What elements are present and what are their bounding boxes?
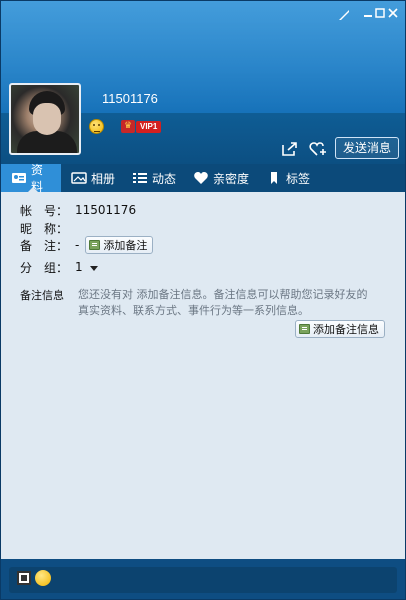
group-row: 分 组： 1 [20,259,99,275]
account-value: 11501176 [75,203,137,217]
profile-content: 帐 号： 11501176 昵 称： 备 注： - 添加备注 分 组： 1 备注… [1,192,405,559]
add-note-button[interactable]: 添加备注 [85,236,154,254]
note-label: 备 注： [20,238,69,253]
share-icon[interactable] [281,141,299,157]
bookmark-icon [266,171,282,185]
qq-status-icon[interactable] [35,570,51,586]
tab-album[interactable]: 相册 [61,164,122,192]
add-favorite-icon[interactable] [309,141,327,157]
bottom-toolbar [9,567,397,593]
skin-icon[interactable] [335,7,353,23]
remark-text: 您还没有对 添加备注信息。备注信息可以帮助您记录好友的真实资料、联系方式、事件行… [78,288,368,317]
profile-card-icon [11,171,27,185]
tab-tags[interactable]: 标签 [256,164,317,192]
note-value: - [75,238,80,252]
heart-icon [193,171,209,185]
avatar[interactable] [9,83,81,155]
feed-icon [132,171,148,185]
group-label: 分 组： [20,260,69,275]
tab-feed-label: 动态 [152,171,177,186]
edit-note-icon [89,240,101,250]
note-row: 备 注： - 添加备注 [20,236,154,254]
add-remark-button[interactable]: 添加备注信息 [295,320,385,338]
qr-code-icon[interactable] [17,571,31,585]
account-row: 帐 号： 11501176 [20,202,136,218]
vip-label: VIP1 [136,120,162,133]
tab-tags-label: 标签 [286,171,311,186]
nickname-row: 昵 称： [20,220,75,236]
edit-remark-icon [299,324,310,334]
add-remark-label: 添加备注信息 [313,323,379,336]
close-icon[interactable] [384,7,402,23]
group-select[interactable]: 1 [75,260,99,274]
nickname-label: 昵 称： [20,221,69,236]
group-value: 1 [75,260,83,274]
vip-crown-icon: ♛ [121,120,135,133]
chevron-down-icon [90,266,99,271]
tab-intimacy-label: 亲密度 [213,171,250,186]
vip-badge[interactable]: ♛ VIP1 [121,120,162,133]
album-icon [71,171,87,185]
remark-label: 备注信息 [20,289,64,302]
add-note-label: 添加备注 [103,239,148,252]
profile-tabs: 资料 相册 动态 亲密度 标签 [1,163,405,194]
tab-intimacy[interactable]: 亲密度 [183,164,256,192]
mood-smiley-icon[interactable] [89,119,104,134]
account-label: 帐 号： [20,203,69,218]
tab-album-label: 相册 [91,171,116,186]
send-message-button[interactable]: 发送消息 [335,137,399,159]
add-remark-button-wrap: 添加备注信息 [295,320,385,338]
tab-feed[interactable]: 动态 [122,164,183,192]
profile-window: 11501176 ♛ VIP1 发送消息 资料 相册 动态 亲密度 标签 帐 号… [0,0,406,600]
bottom-bar [1,559,405,599]
user-id: 11501176 [102,91,158,106]
